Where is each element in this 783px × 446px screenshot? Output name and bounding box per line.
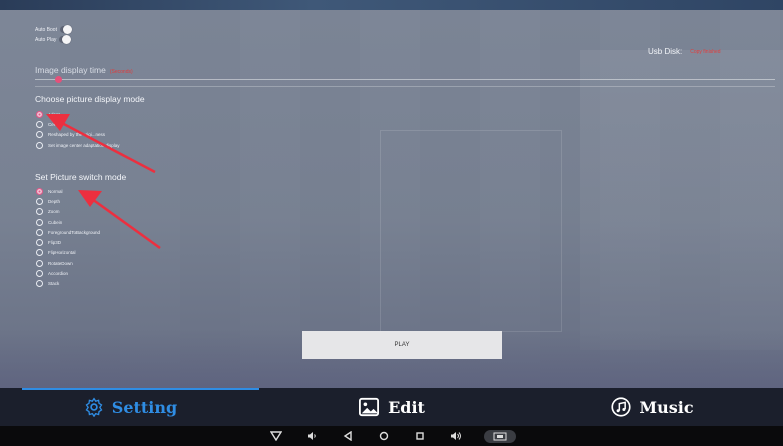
volume-up-icon[interactable] xyxy=(448,429,464,443)
top-strip xyxy=(0,0,783,10)
annotation-arrow-switch-mode xyxy=(78,190,161,250)
tab-music-label: Music xyxy=(639,397,694,417)
settings-panel: Auto Boot Auto Play Usb Disk: Copy finis… xyxy=(0,10,783,388)
play-button[interactable]: PLAY xyxy=(302,331,502,359)
home-icon[interactable] xyxy=(376,429,392,443)
tab-edit[interactable]: Edit xyxy=(261,388,522,426)
music-icon xyxy=(611,397,631,417)
system-nav-bar xyxy=(0,426,783,446)
gear-icon xyxy=(85,397,103,417)
volume-down-icon[interactable] xyxy=(304,429,320,443)
bottom-tab-bar: Setting Edit Music xyxy=(0,388,783,426)
tab-setting-label: Setting xyxy=(111,397,178,417)
recents-icon[interactable] xyxy=(412,429,428,443)
annotation-arrow-display-mode xyxy=(46,114,156,174)
back-icon[interactable] xyxy=(340,429,356,443)
screenshot-icon xyxy=(493,432,506,440)
screenshot-button[interactable] xyxy=(483,429,516,443)
tab-music[interactable]: Music xyxy=(522,388,783,426)
collapse-nav-icon[interactable] xyxy=(268,429,284,443)
tab-setting[interactable]: Setting xyxy=(0,388,261,426)
tab-edit-label: Edit xyxy=(388,397,425,417)
image-icon xyxy=(359,397,380,417)
